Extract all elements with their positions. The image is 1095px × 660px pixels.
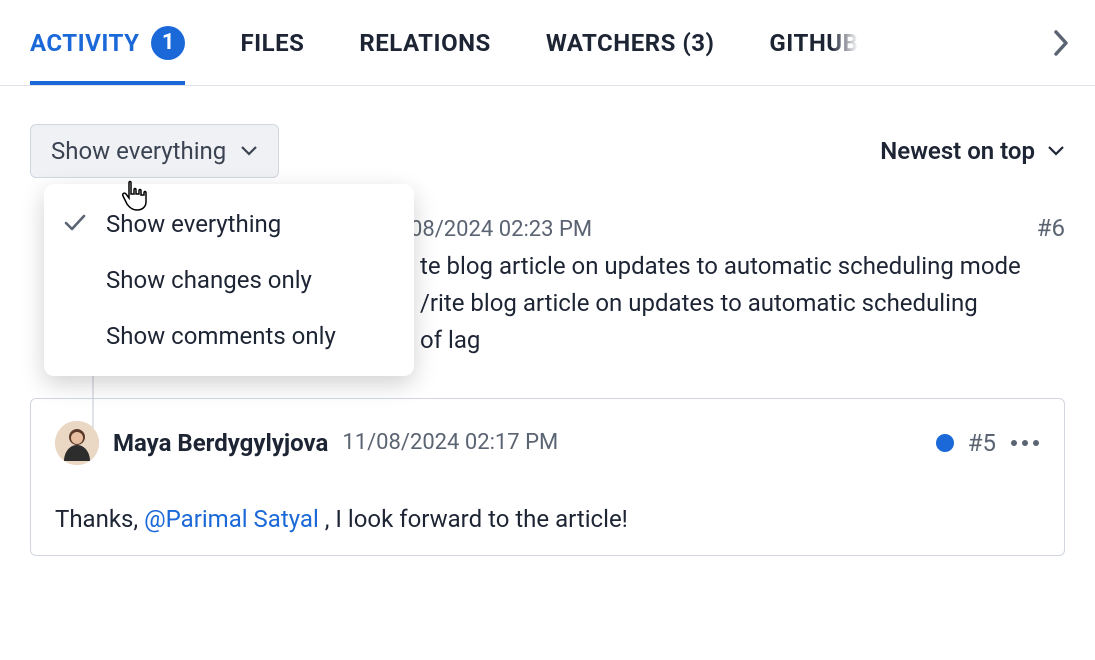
change-timestamp: 08/2024 02:23 PM bbox=[410, 217, 592, 242]
filter-dropdown-button[interactable]: Show everything bbox=[30, 124, 279, 178]
tab-activity-label: ACTIVITY bbox=[30, 29, 139, 57]
sort-dropdown-label: Newest on top bbox=[880, 137, 1035, 165]
filter-option-everything-label: Show everything bbox=[106, 210, 281, 238]
tabs-bar: ACTIVITY 1 FILES RELATIONS WATCHERS (3) … bbox=[0, 0, 1095, 86]
comment-number: #5 bbox=[968, 429, 996, 457]
filter-option-comments[interactable]: Show comments only bbox=[44, 308, 414, 364]
caret-down-icon bbox=[240, 145, 258, 157]
tab-watchers-label: WATCHERS (3) bbox=[546, 29, 715, 57]
tab-relations-label: RELATIONS bbox=[359, 29, 490, 57]
comment-body: Thanks, @Parimal Satyal , I look forward… bbox=[55, 465, 1040, 533]
filter-dropdown-menu: Show everything Show changes only Show c… bbox=[44, 184, 414, 376]
comment-actions-button[interactable] bbox=[1010, 439, 1040, 447]
filter-option-changes-label: Show changes only bbox=[106, 266, 312, 294]
caret-down-icon bbox=[1047, 145, 1065, 157]
comment-timestamp: 11/08/2024 02:17 PM bbox=[342, 430, 558, 455]
comment-text-before: Thanks, bbox=[55, 505, 144, 533]
tab-github[interactable]: GITHUB bbox=[769, 0, 858, 85]
change-line-3: of lag bbox=[420, 322, 1065, 359]
user-mention[interactable]: @Parimal Satyal bbox=[144, 505, 319, 533]
comment-text-after: , I look forward to the article! bbox=[319, 505, 628, 533]
avatar bbox=[55, 421, 99, 465]
tab-github-label: GITHUB bbox=[769, 29, 858, 57]
chevron-right-icon bbox=[1052, 29, 1070, 57]
tab-files-label: FILES bbox=[240, 29, 304, 57]
activity-comment-entry: Maya Berdygylyjova 11/08/2024 02:17 PM #… bbox=[30, 398, 1065, 556]
change-number: #6 bbox=[1037, 214, 1065, 242]
comment-author: Maya Berdygylyjova bbox=[113, 429, 328, 457]
filter-option-comments-label: Show comments only bbox=[106, 322, 336, 350]
filter-dropdown-label: Show everything bbox=[51, 137, 226, 165]
tabs-scroll-right-button[interactable] bbox=[1041, 23, 1081, 63]
change-line-2: /rite blog article on updates to automat… bbox=[420, 285, 1065, 322]
check-icon bbox=[64, 210, 86, 238]
tab-watchers[interactable]: WATCHERS (3) bbox=[546, 0, 715, 85]
filter-option-everything[interactable]: Show everything bbox=[44, 196, 414, 252]
activity-controls: Show everything Newest on top Show every… bbox=[0, 86, 1095, 196]
filter-option-changes[interactable]: Show changes only bbox=[44, 252, 414, 308]
activity-count-badge: 1 bbox=[151, 26, 185, 60]
tab-activity[interactable]: ACTIVITY 1 bbox=[30, 0, 185, 85]
change-line-1: te blog article on updates to automatic … bbox=[420, 248, 1065, 285]
tab-files[interactable]: FILES bbox=[240, 0, 304, 85]
tab-relations[interactable]: RELATIONS bbox=[359, 0, 490, 85]
more-horizontal-icon bbox=[1010, 439, 1040, 447]
unread-indicator-icon bbox=[936, 434, 954, 452]
sort-dropdown-button[interactable]: Newest on top bbox=[880, 137, 1065, 165]
